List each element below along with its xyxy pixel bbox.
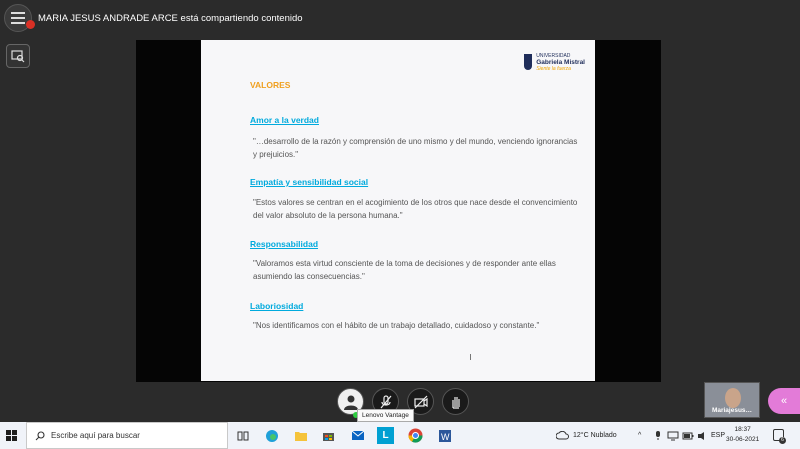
- mail-icon[interactable]: [349, 427, 366, 444]
- hand-raise-button[interactable]: [442, 388, 469, 415]
- slide-title: VALORES: [250, 80, 291, 90]
- menu-line: [11, 12, 25, 14]
- mouse-cursor-icon: [470, 354, 474, 360]
- chrome-icon[interactable]: [407, 427, 424, 444]
- logo-line2: Gabriela Mistral: [536, 59, 585, 66]
- menu-line: [11, 17, 25, 19]
- store-icon[interactable]: [320, 427, 337, 444]
- chevron-left-icon: «: [780, 395, 788, 407]
- clock-time: 18:37: [734, 426, 751, 433]
- word-icon[interactable]: W: [436, 427, 453, 444]
- svg-text:W: W: [441, 432, 450, 442]
- logo-tagline: Siente la fuerza: [536, 66, 571, 72]
- tray-chevron-up-icon[interactable]: ^: [638, 422, 641, 449]
- shield-icon: [524, 54, 533, 70]
- language-indicator[interactable]: ESP: [711, 422, 725, 449]
- tooltip: Lenovo Vantage: [357, 409, 414, 422]
- weather-widget[interactable]: 12°C Nublado: [556, 422, 617, 449]
- file-explorer-icon[interactable]: [292, 427, 309, 444]
- recording-indicator-icon: [26, 20, 35, 29]
- person-icon: [343, 395, 358, 410]
- lenovo-vantage-icon[interactable]: L: [377, 427, 394, 444]
- value-text: "Valoramos esta virtud consciente de la …: [253, 259, 556, 281]
- participant-name: Mariajesus…: [711, 407, 753, 414]
- microphone-tray-icon[interactable]: [654, 422, 662, 449]
- task-view-icon[interactable]: [234, 427, 251, 444]
- value-heading: Amor a la verdad: [250, 115, 319, 125]
- weather-text: 12°C Nublado: [573, 432, 617, 439]
- value-text: "…desarrollo de la razón y comprensión d…: [253, 137, 578, 159]
- taskbar-search[interactable]: Escribe aquí para buscar: [26, 422, 228, 449]
- windows-start-icon[interactable]: [6, 430, 17, 441]
- value-text: "Estos valores se centran en el acogimie…: [253, 198, 578, 220]
- value-heading: Empatía y sensibilidad social: [250, 177, 369, 187]
- participant-face: [725, 388, 741, 408]
- system-clock[interactable]: 18:37 30-06-2021: [726, 425, 759, 445]
- clock-date: 30-06-2021: [726, 436, 760, 443]
- university-logo: UNIVERSIDAD Gabriela Mistral Siente la f…: [524, 53, 585, 72]
- presentation-slide: UNIVERSIDAD Gabriela Mistral Siente la f…: [201, 40, 595, 381]
- volume-icon[interactable]: [697, 422, 708, 449]
- notification-badge: 6: [779, 437, 786, 444]
- windows-taskbar: Escribe aquí para buscar L W 12°C Nublad…: [0, 422, 800, 449]
- hand-icon: [451, 396, 460, 409]
- share-screen-button[interactable]: [6, 44, 30, 68]
- expand-panel-button[interactable]: «: [768, 388, 800, 414]
- search-placeholder: Escribe aquí para buscar: [51, 431, 140, 440]
- battery-icon[interactable]: [682, 422, 694, 449]
- screen-search-icon: [11, 50, 25, 63]
- search-icon: [35, 430, 45, 440]
- menu-line: [11, 22, 25, 24]
- share-notice: MARIA JESUS ANDRADE ARCE está compartien…: [38, 13, 303, 24]
- value-heading: Responsabilidad: [250, 239, 319, 249]
- value-heading: Laboriosidad: [250, 301, 304, 311]
- network-icon[interactable]: [667, 422, 679, 449]
- cloud-icon: [556, 431, 569, 440]
- value-text: "Nos identificamos con el hábito de un t…: [253, 321, 540, 330]
- meeting-top-bar: MARIA JESUS ANDRADE ARCE está compartien…: [0, 0, 800, 40]
- camera-off-icon: [413, 395, 428, 408]
- mic-off-icon: [380, 394, 391, 408]
- edge-browser-icon[interactable]: [263, 427, 280, 444]
